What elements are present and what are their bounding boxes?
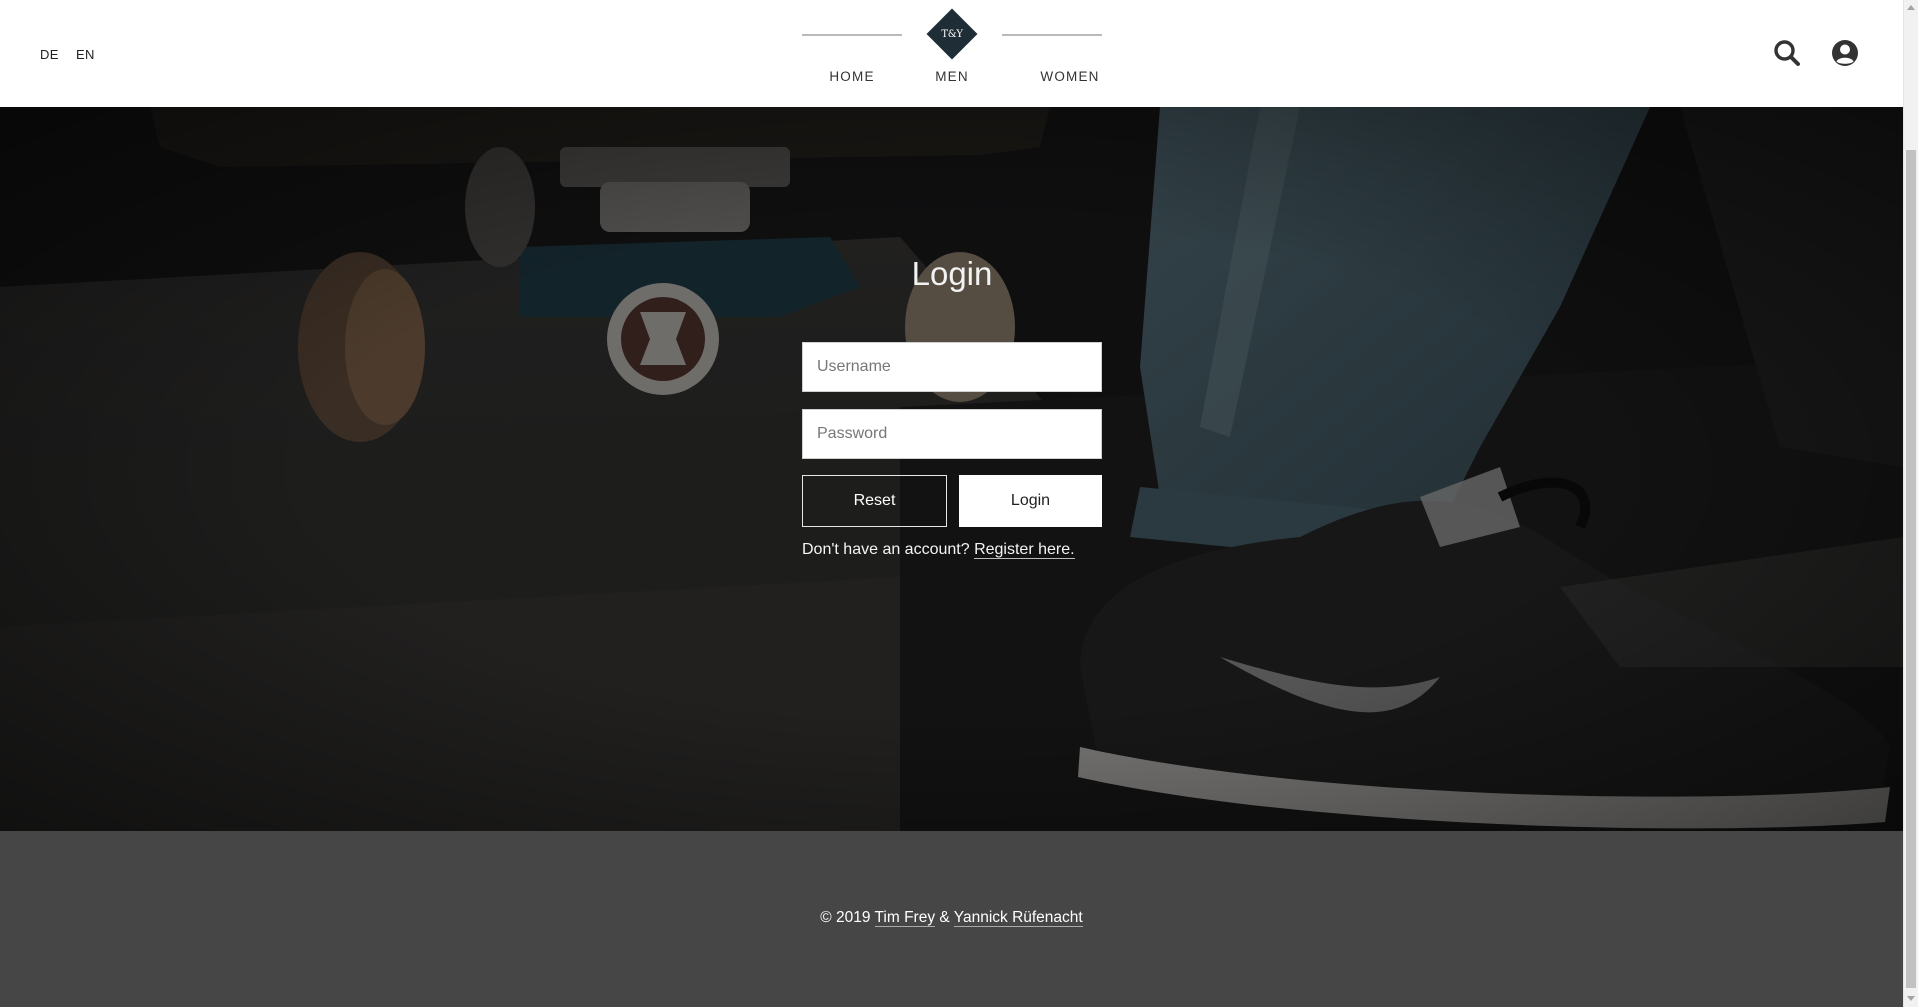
register-link[interactable]: Register here. (974, 541, 1075, 559)
scroll-down-arrow-icon[interactable] (1907, 996, 1915, 1001)
user-icon[interactable] (1830, 38, 1860, 68)
page-scrollbar[interactable] (1903, 0, 1918, 1007)
site-header: DE EN T&Y HOME MEN WOMEN (0, 0, 1903, 107)
language-en-link[interactable]: EN (76, 47, 95, 62)
copyright-separator: & (939, 909, 950, 926)
register-prompt-text: Don't have an account? (802, 541, 970, 558)
nav-divider-right (1002, 34, 1102, 36)
nav-women[interactable]: WOMEN (1020, 69, 1120, 84)
site-footer: © 2019 Tim Frey & Yannick Rüfenacht (0, 831, 1903, 1007)
scrollbar-thumb[interactable] (1906, 150, 1916, 988)
login-button[interactable]: Login (959, 475, 1102, 527)
scroll-up-arrow-icon[interactable] (1907, 5, 1915, 10)
username-input[interactable] (802, 342, 1102, 392)
language-de-link[interactable]: DE (40, 47, 59, 62)
login-title: Login (911, 255, 993, 292)
nav-men[interactable]: MEN (902, 69, 1002, 84)
author-link-tim-frey[interactable]: Tim Frey (874, 909, 936, 927)
register-prompt: Don't have an account? Register here. (802, 541, 1075, 559)
search-icon[interactable] (1772, 38, 1802, 68)
hero-section: Login Reset Login Don't have an account?… (0, 107, 1903, 831)
author-link-yannick-rufenacht[interactable]: Yannick Rüfenacht (953, 909, 1083, 927)
copyright: © 2019 Tim Frey & Yannick Rüfenacht (0, 909, 1903, 927)
hero-background-photo (0, 107, 1903, 831)
reset-button[interactable]: Reset (802, 475, 947, 527)
logo-text: T&Y (941, 28, 963, 40)
nav-home[interactable]: HOME (802, 69, 902, 84)
nav-divider-left (802, 34, 902, 36)
page: DE EN T&Y HOME MEN WOMEN Login Username … (0, 0, 1903, 1007)
password-input[interactable] (802, 409, 1102, 459)
copyright-prefix: © 2019 (820, 909, 871, 926)
